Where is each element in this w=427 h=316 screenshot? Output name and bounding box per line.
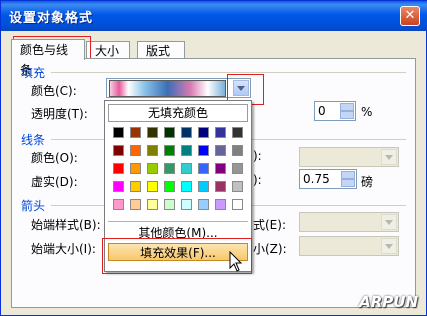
tab-colors-and-lines[interactable]: 颜色与线条	[11, 39, 85, 77]
color-swatch[interactable]	[164, 163, 175, 174]
fill-preview-swatch	[109, 80, 226, 97]
spin-down-icon[interactable]	[340, 111, 354, 119]
color-swatch[interactable]	[164, 127, 175, 138]
spinner-buttons[interactable]	[341, 171, 355, 187]
color-swatch[interactable]	[130, 163, 141, 174]
spin-down-icon[interactable]	[341, 179, 355, 187]
color-swatch[interactable]	[130, 127, 141, 138]
end-style-label: 式(E):	[253, 218, 286, 232]
transparency-spinner[interactable]: 0	[314, 101, 356, 121]
fill-divider	[51, 72, 406, 73]
spin-up-icon[interactable]	[340, 103, 354, 111]
color-swatch[interactable]	[113, 127, 124, 138]
begin-size-label: 始端大小(I):	[31, 242, 96, 256]
chevron-down-icon[interactable]	[381, 149, 397, 165]
color-swatch[interactable]	[232, 199, 243, 210]
color-swatch[interactable]	[215, 145, 226, 156]
color-swatch[interactable]	[181, 145, 192, 156]
close-icon: ✕	[404, 8, 416, 23]
arrow-section-title: 箭头	[21, 199, 46, 213]
color-swatch[interactable]	[215, 127, 226, 138]
transparency-label: 透明度(T):	[31, 107, 88, 121]
color-swatch[interactable]	[113, 181, 124, 192]
percent-sign: %	[361, 105, 373, 119]
line-weight-value: 0.75	[303, 172, 330, 186]
color-swatch[interactable]	[164, 145, 175, 156]
close-button[interactable]: ✕	[400, 6, 420, 26]
color-swatch[interactable]	[215, 199, 226, 210]
color-swatch[interactable]	[198, 199, 209, 210]
line-weight-spinner[interactable]: 0.75	[299, 169, 357, 189]
color-swatch[interactable]	[164, 199, 175, 210]
chevron-down-icon[interactable]	[381, 238, 397, 254]
transparency-value: 0	[318, 104, 326, 118]
no-fill-option[interactable]: 无填充颜色	[108, 104, 248, 122]
color-swatch[interactable]	[113, 145, 124, 156]
format-object-dialog: 设置对象格式 ✕ 颜色与线条 大小 版式 填充 颜色(C): 透明度(T): 0…	[0, 0, 427, 316]
color-swatch[interactable]	[147, 199, 158, 210]
color-swatch[interactable]	[232, 163, 243, 174]
color-swatch[interactable]	[232, 127, 243, 138]
color-swatch[interactable]	[232, 145, 243, 156]
line-style-combo[interactable]	[299, 147, 399, 167]
color-swatch[interactable]	[181, 199, 192, 210]
line-section-title: 线条	[21, 133, 46, 147]
color-swatch[interactable]	[147, 163, 158, 174]
color-swatch[interactable]	[164, 181, 175, 192]
color-swatch[interactable]	[198, 181, 209, 192]
color-swatch[interactable]	[198, 163, 209, 174]
color-swatch[interactable]	[130, 199, 141, 210]
end-style-combo[interactable]	[299, 212, 399, 232]
chevron-down-icon[interactable]	[381, 214, 397, 230]
watermark-logo: ARPUN	[359, 293, 418, 311]
color-swatch[interactable]	[147, 181, 158, 192]
color-swatch[interactable]	[130, 181, 141, 192]
color-swatch[interactable]	[113, 163, 124, 174]
color-swatch[interactable]	[147, 127, 158, 138]
spinner-buttons[interactable]	[340, 103, 354, 119]
color-swatch[interactable]	[130, 145, 141, 156]
end-size-label: 小(Z):	[253, 242, 287, 256]
color-swatch[interactable]	[147, 145, 158, 156]
color-swatch[interactable]	[181, 163, 192, 174]
dropdown-divider	[108, 221, 248, 222]
color-swatch[interactable]	[232, 181, 243, 192]
color-swatch[interactable]	[198, 145, 209, 156]
dialog-title: 设置对象格式	[9, 11, 94, 26]
color-swatch[interactable]	[198, 127, 209, 138]
fill-color-label: 颜色(C):	[31, 84, 77, 98]
color-swatch[interactable]	[181, 127, 192, 138]
dash-label: 虚实(D):	[31, 175, 78, 189]
begin-style-label: 始端样式(B):	[31, 218, 101, 232]
line-color-label: 颜色(O):	[31, 151, 78, 165]
mouse-cursor-icon	[229, 251, 243, 272]
tab-size[interactable]: 大小	[86, 41, 130, 59]
tab-layout[interactable]: 版式	[137, 41, 185, 59]
color-swatch[interactable]	[215, 163, 226, 174]
color-swatch[interactable]	[181, 181, 192, 192]
color-swatch[interactable]	[113, 199, 124, 210]
color-swatch[interactable]	[215, 181, 226, 192]
spin-up-icon[interactable]	[341, 171, 355, 179]
line-weight-unit: 磅	[361, 175, 374, 189]
end-size-combo[interactable]	[299, 236, 399, 256]
title-bar[interactable]: 设置对象格式 ✕	[1, 1, 427, 31]
